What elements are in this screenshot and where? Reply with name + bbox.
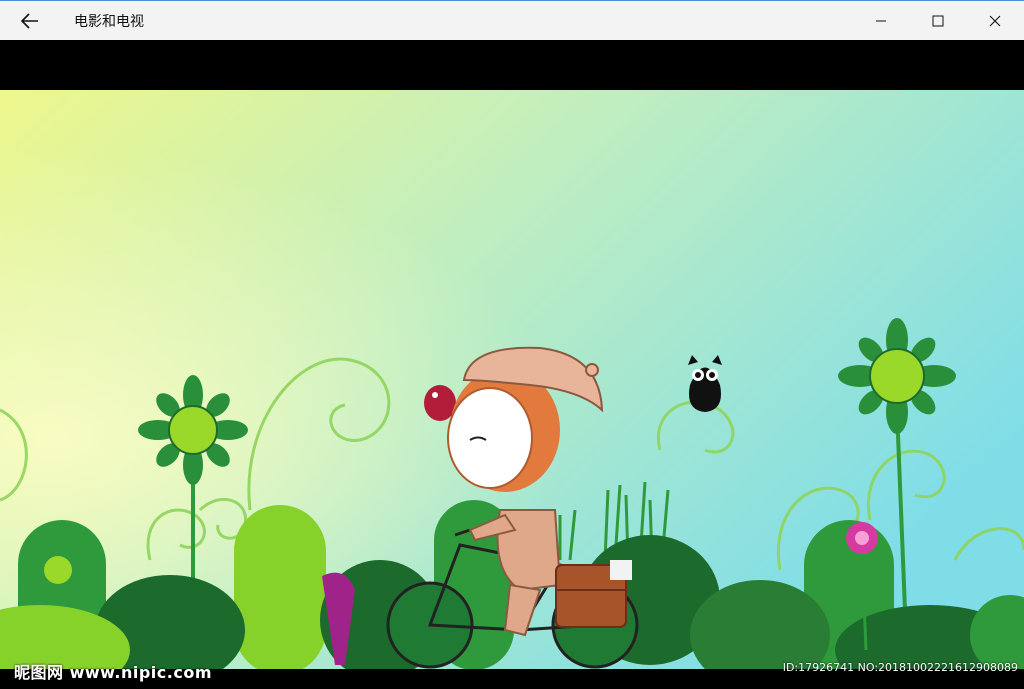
cartoon-scene bbox=[0, 90, 1024, 669]
maximize-button[interactable] bbox=[909, 1, 967, 40]
title-bar: 电影和电视 bbox=[0, 0, 1024, 40]
maximize-icon bbox=[932, 15, 944, 26]
saddle-bag bbox=[555, 560, 632, 628]
close-button[interactable] bbox=[966, 1, 1024, 40]
minimize-button[interactable] bbox=[852, 1, 910, 40]
watermark-id: ID:17926741 NO:20181002221612908089 bbox=[782, 661, 1018, 674]
window-title: 电影和电视 bbox=[74, 14, 144, 30]
minimize-icon bbox=[876, 20, 886, 21]
back-button[interactable] bbox=[10, 5, 50, 37]
red-bird bbox=[424, 385, 456, 421]
back-arrow-icon bbox=[21, 13, 38, 29]
letterbox-top bbox=[0, 40, 1024, 90]
watermark-logo-text: 昵图网 www.nipic.com bbox=[14, 663, 212, 682]
video-frame[interactable] bbox=[0, 90, 1024, 669]
close-icon bbox=[989, 15, 1001, 26]
